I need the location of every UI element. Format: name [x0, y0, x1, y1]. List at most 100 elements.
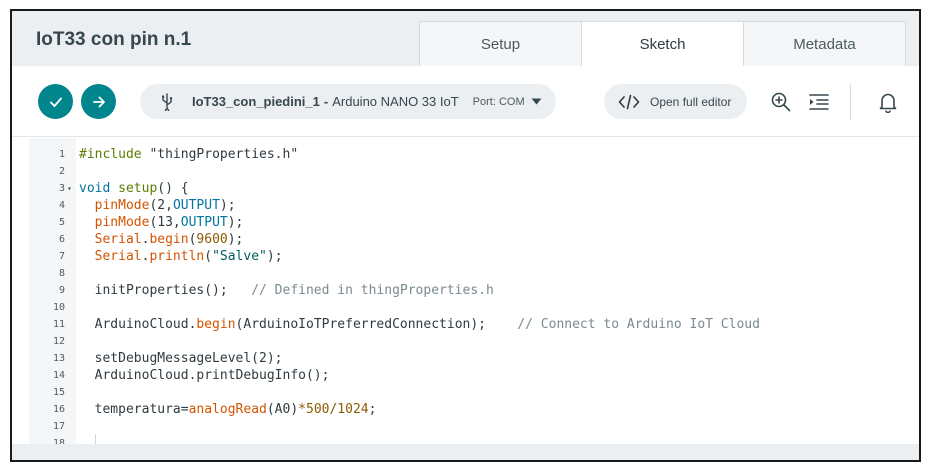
- code-token: pinMode: [94, 198, 150, 213]
- code-line[interactable]: 18: [12, 435, 919, 444]
- toolbar-divider: [850, 84, 851, 120]
- open-full-editor-button[interactable]: Open full editor: [604, 84, 747, 119]
- code-token: // Connect to Arduino IoT Cloud: [517, 317, 760, 332]
- code-text: pinMode(2,OUTPUT);: [79, 197, 236, 214]
- indent-button[interactable]: [807, 90, 831, 114]
- code-token: );: [219, 198, 236, 213]
- code-token: Serial: [94, 232, 142, 247]
- line-number: 15: [52, 387, 65, 398]
- code-token: (2,: [149, 198, 173, 213]
- board-separator: -: [323, 94, 329, 109]
- code-line[interactable]: 8: [12, 265, 919, 282]
- code-token: OUTPUT: [180, 215, 228, 230]
- code-token: setup: [118, 181, 158, 196]
- cloud-editor-window: IoT33 con pin n.1 Setup Sketch Metadata: [10, 9, 921, 462]
- line-number: 10: [52, 302, 65, 313]
- line-number: 5: [58, 217, 65, 228]
- code-line[interactable]: 12: [12, 333, 919, 350]
- port-label: Port: COM: [472, 95, 525, 108]
- code-token: (ArduinoIoTPreferredConnection);: [235, 317, 518, 332]
- code-token: );: [227, 232, 244, 247]
- code-line[interactable]: 3 ▾ void setup() {: [12, 180, 919, 197]
- code-token: // Defined in thingProperties.h: [251, 283, 494, 298]
- verify-button[interactable]: [38, 84, 73, 119]
- code-text: setDebugMessageLevel(2);: [79, 350, 283, 367]
- code-line[interactable]: 13 setDebugMessageLevel(2);: [12, 350, 919, 367]
- line-number: 16: [52, 404, 65, 415]
- code-token: *500/1024: [298, 402, 369, 417]
- code-line[interactable]: 5 pinMode(13,OUTPUT);: [12, 214, 919, 231]
- code-token: analogRead: [188, 402, 267, 417]
- code-token: initProperties();: [79, 283, 252, 298]
- code-text: Serial.begin(9600);: [79, 231, 244, 248]
- line-number: 2: [58, 166, 65, 177]
- notifications-button[interactable]: [876, 90, 900, 114]
- title-bar: IoT33 con pin n.1 Setup Sketch Metadata: [12, 11, 919, 66]
- code-text: ArduinoCloud.printDebugInfo();: [79, 367, 330, 384]
- line-number: 8: [58, 268, 65, 279]
- code-line[interactable]: 7 Serial.println("Salve");: [12, 248, 919, 265]
- tab-setup[interactable]: Setup: [419, 21, 582, 66]
- line-number: 4: [58, 200, 65, 211]
- code-token: OUTPUT: [172, 198, 220, 213]
- code-token: "Salve": [212, 249, 267, 264]
- code-token: ArduinoCloud.: [79, 317, 197, 332]
- line-number: 18: [52, 438, 65, 444]
- code-line[interactable]: 14 ArduinoCloud.printDebugInfo();: [12, 367, 919, 384]
- line-number: 12: [52, 336, 65, 347]
- zoom-icon: [771, 92, 791, 112]
- code-token: "thingProperties.h": [141, 147, 299, 162]
- upload-button[interactable]: [81, 84, 116, 119]
- tab-metadata[interactable]: Metadata: [743, 21, 906, 66]
- line-number: 6: [58, 234, 65, 245]
- tab-sketch[interactable]: Sketch: [581, 21, 744, 66]
- code-line[interactable]: 15: [12, 384, 919, 401]
- code-line[interactable]: 6 Serial.begin(9600);: [12, 231, 919, 248]
- indent-guide: [95, 434, 96, 444]
- code-token: begin: [149, 232, 189, 247]
- code-line[interactable]: 4 pinMode(2,OUTPUT);: [12, 197, 919, 214]
- code-line[interactable]: 17: [12, 418, 919, 435]
- code-line[interactable]: 1 #include "thingProperties.h": [12, 146, 919, 163]
- line-number: 11: [52, 319, 65, 330]
- code-text: #include "thingProperties.h": [79, 146, 298, 163]
- code-token: );: [266, 249, 283, 264]
- line-number: 14: [52, 370, 65, 381]
- code-token: pinMode: [94, 215, 150, 230]
- horizontal-scrollbar[interactable]: [12, 444, 919, 460]
- bell-icon: [879, 93, 897, 113]
- code-line[interactable]: 11 ArduinoCloud.begin(ArduinoIoTPreferre…: [12, 316, 919, 333]
- code-token: begin: [196, 317, 236, 332]
- sketch-toolbar: IoT33_con_piedini_1 - Arduino NANO 33 Io…: [12, 66, 919, 137]
- code-line[interactable]: 9 initProperties(); // Defined in thingP…: [12, 282, 919, 299]
- code-line[interactable]: 2: [12, 163, 919, 180]
- code-token: );: [227, 215, 244, 230]
- zoom-button[interactable]: [769, 90, 793, 114]
- code-token: println: [149, 249, 205, 264]
- open-full-editor-label: Open full editor: [650, 94, 732, 109]
- check-icon: [49, 97, 62, 107]
- code-editor[interactable]: 1 #include "thingProperties.h" 2 3 ▾ void set…: [12, 138, 919, 444]
- code-text: Serial.println("Salve");: [79, 248, 283, 265]
- code-icon: [618, 94, 640, 110]
- code-text: pinMode(13,OUTPUT);: [79, 214, 244, 231]
- code-token: (A0): [266, 402, 299, 417]
- code-line[interactable]: 16 temperatura=analogRead(A0)*500/1024;: [12, 401, 919, 418]
- usb-icon: [160, 92, 178, 111]
- code-text: void setup() {: [79, 180, 189, 197]
- code-token: ArduinoCloud.printDebugInfo();: [79, 368, 330, 383]
- indent-icon: [809, 94, 829, 110]
- line-number: 7: [58, 251, 65, 262]
- fold-toggle-icon[interactable]: ▾: [67, 180, 72, 197]
- line-number: 9: [58, 285, 65, 296]
- code-token: (13,: [149, 215, 181, 230]
- board-selector[interactable]: IoT33_con_piedini_1 - Arduino NANO 33 Io…: [140, 84, 556, 119]
- code-line[interactable]: 10: [12, 299, 919, 316]
- tab-bar: Setup Sketch Metadata: [419, 21, 906, 66]
- code-token: ;: [368, 402, 377, 417]
- line-number: 17: [52, 421, 65, 432]
